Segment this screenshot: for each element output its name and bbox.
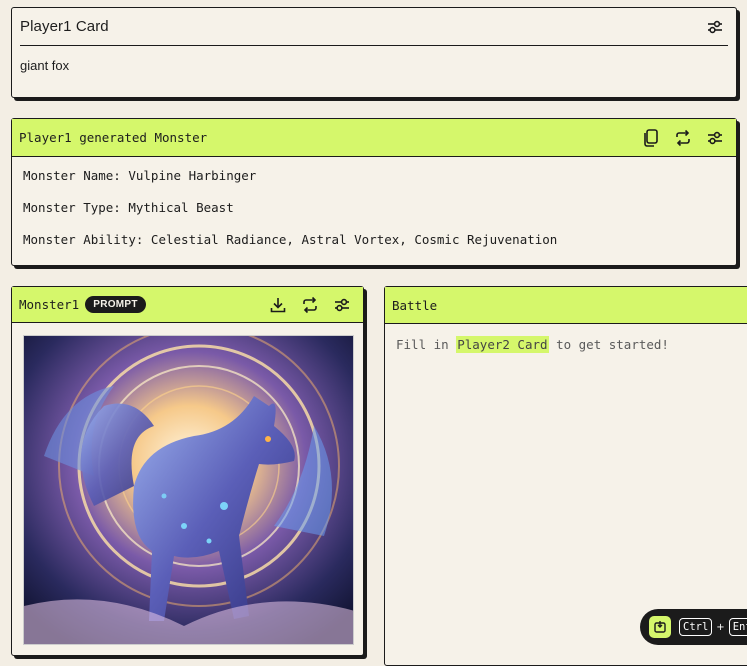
generated-monster-header: Player1 generated Monster xyxy=(12,119,736,157)
player1-card-title: Player1 Card xyxy=(20,18,109,35)
monster-name-line: Monster Name: Vulpine Harbinger xyxy=(23,168,257,183)
settings-sliders-icon[interactable] xyxy=(702,125,728,151)
monster-image[interactable] xyxy=(23,335,354,645)
regenerate-icon[interactable] xyxy=(670,125,696,151)
download-icon[interactable] xyxy=(265,292,291,318)
regenerate-icon[interactable] xyxy=(297,292,323,318)
battle-message-suffix: to get started! xyxy=(556,337,669,352)
enter-key: Enter xyxy=(728,618,747,636)
generated-monster-panel: Player1 generated Monster Monster Name: … xyxy=(11,118,737,266)
player1-card-header: Player1 Card xyxy=(20,8,728,46)
player1-card-value[interactable]: giant fox xyxy=(20,58,69,73)
settings-sliders-icon[interactable] xyxy=(329,292,355,318)
generated-monster-title: Player1 generated Monster xyxy=(19,130,208,145)
battle-header: Battle xyxy=(385,287,747,324)
monster1-header: Monster1 PROMPT xyxy=(12,287,363,323)
prompt-badge[interactable]: PROMPT xyxy=(85,296,146,313)
battle-message: Fill in Player2 Card to get started! xyxy=(396,336,669,353)
monster-type-line: Monster Type: Mythical Beast xyxy=(23,200,234,215)
battle-message-prefix: Fill in xyxy=(396,337,449,352)
monster1-title: Monster1 xyxy=(19,297,80,312)
monster-ability-line: Monster Ability: Celestial Radiance, Ast… xyxy=(23,232,558,247)
plus-sign: + xyxy=(716,621,725,633)
ctrl-key: Ctrl xyxy=(679,618,713,636)
battle-title: Battle xyxy=(392,297,438,313)
player1-card: Player1 Card giant fox xyxy=(11,7,737,98)
settings-sliders-icon[interactable] xyxy=(702,14,728,40)
monster1-panel: Monster1 PROMPT xyxy=(11,286,364,656)
generated-monster-details: Monster Name: Vulpine Harbinger Monster … xyxy=(12,157,736,265)
player2-card-link[interactable]: Player2 Card xyxy=(456,336,549,353)
run-shortcut-bar: Ctrl + Enter xyxy=(640,609,747,645)
run-button[interactable] xyxy=(649,616,671,638)
copy-icon[interactable] xyxy=(638,125,664,151)
run-icon xyxy=(654,621,666,633)
